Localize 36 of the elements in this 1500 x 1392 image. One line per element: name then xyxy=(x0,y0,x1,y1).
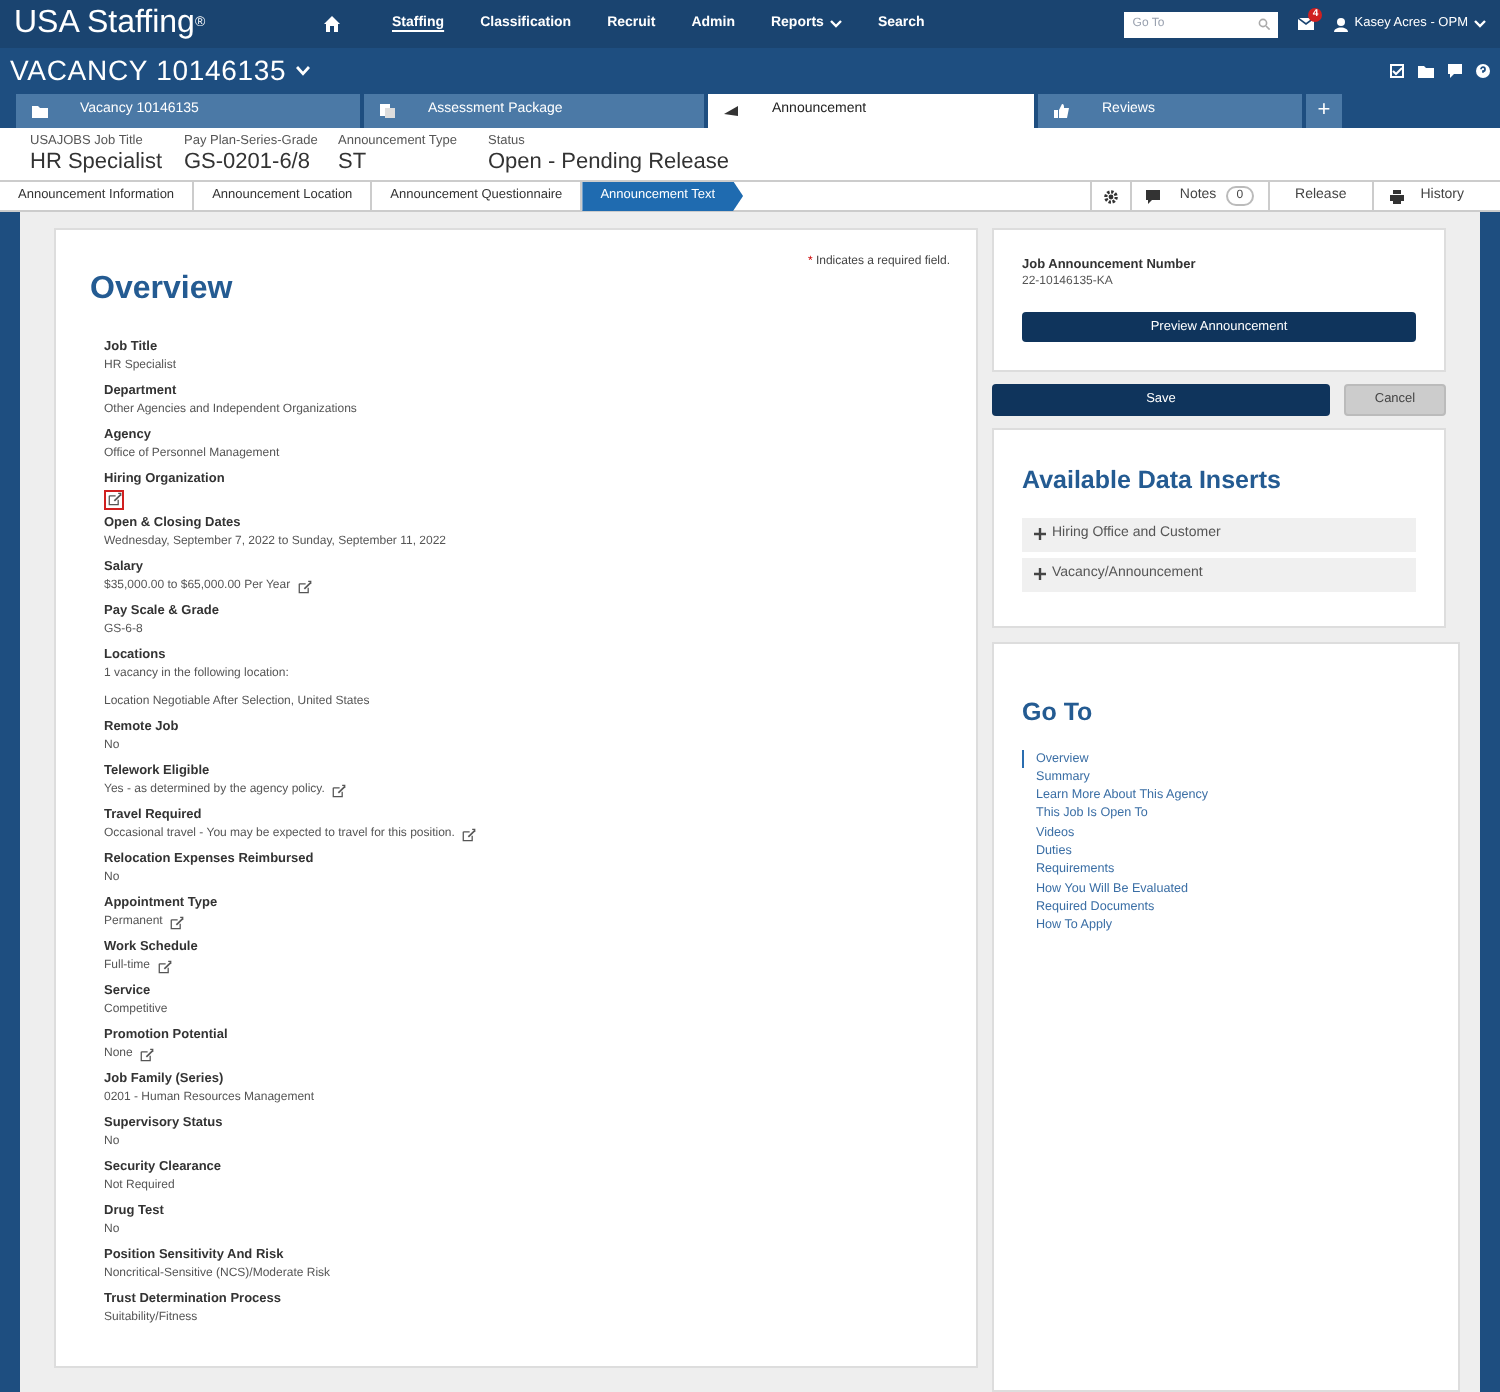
app-logo[interactable]: USA Staffing$^{®}$ xyxy=(14,6,314,42)
field-value: ST xyxy=(338,150,369,174)
user-icon xyxy=(1334,17,1349,31)
caret-icon xyxy=(296,66,311,76)
section-heading: Go To xyxy=(1022,695,1095,730)
mail-icon[interactable] xyxy=(1298,18,1315,30)
thumbs-up-icon xyxy=(1054,104,1070,118)
chat-icon[interactable] xyxy=(1448,64,1462,78)
edit-icon[interactable] xyxy=(136,1045,157,1065)
edit-icon[interactable] xyxy=(328,781,349,801)
edit-icon[interactable] xyxy=(104,489,124,509)
section-heading: Overview xyxy=(90,270,235,310)
copy-icon xyxy=(380,104,396,118)
caret-icon xyxy=(1474,20,1486,28)
printer-icon xyxy=(1390,189,1405,203)
caret-icon xyxy=(829,20,842,28)
field-value: Open - Pending Release xyxy=(488,150,731,174)
vacancy-title[interactable]: VACANCY 10146135 xyxy=(10,50,311,92)
edit-icon[interactable] xyxy=(166,913,187,933)
section-heading: Available Data Inserts xyxy=(1022,464,1283,498)
chat-icon xyxy=(1145,189,1160,203)
search-icon xyxy=(1258,18,1271,30)
edit-icon[interactable] xyxy=(294,577,315,597)
checkbox-icon[interactable] xyxy=(1390,64,1404,78)
field-value: HR Specialist xyxy=(30,150,165,174)
edit-icon[interactable] xyxy=(458,825,479,845)
plus-icon xyxy=(1034,568,1046,581)
plus-icon xyxy=(1034,528,1046,541)
field-value: GS-0201-6/8 xyxy=(184,150,312,174)
edit-icon[interactable] xyxy=(154,957,175,977)
help-icon[interactable] xyxy=(1476,64,1490,78)
home-icon[interactable] xyxy=(324,16,340,32)
folder-icon xyxy=(32,104,48,118)
gear-icon[interactable] xyxy=(1103,189,1118,203)
add-tab-button[interactable]: + xyxy=(1306,94,1342,128)
folder-icon[interactable] xyxy=(1418,64,1434,78)
